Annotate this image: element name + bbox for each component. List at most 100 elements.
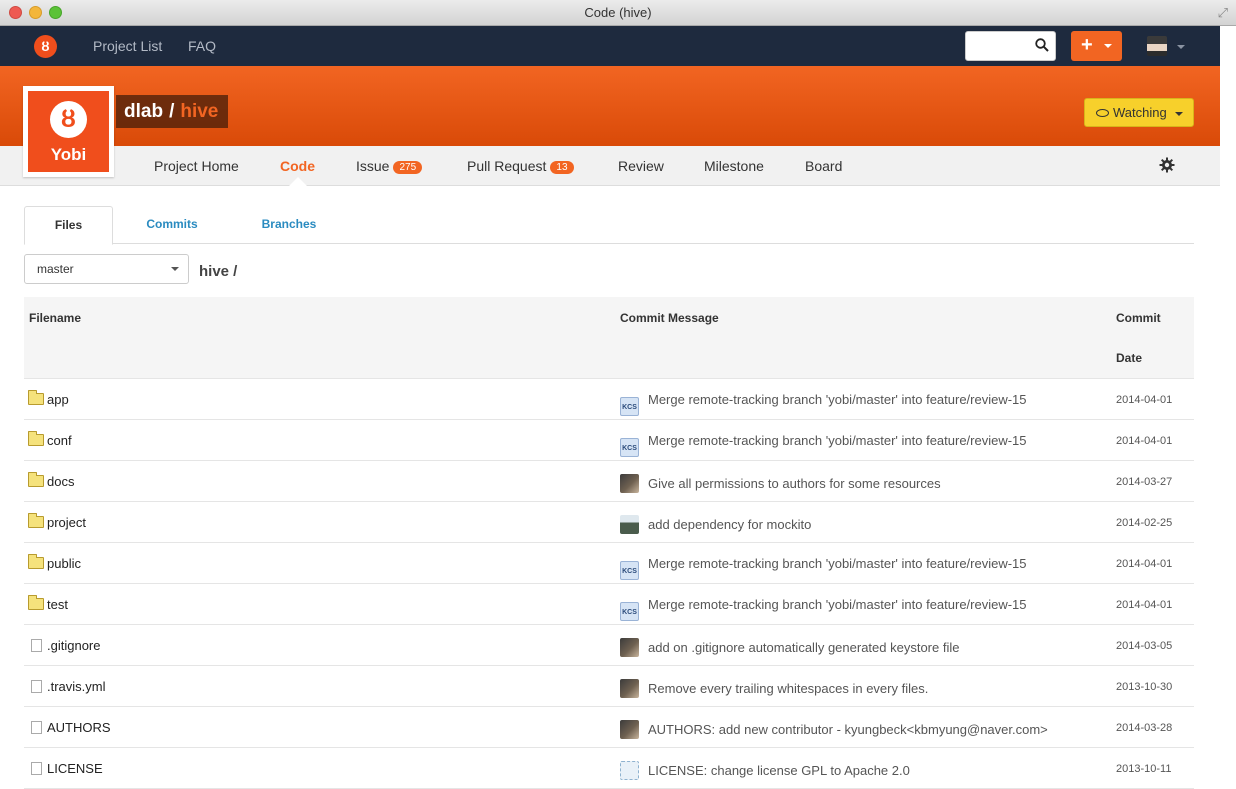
watching-button[interactable]: Watching: [1084, 98, 1194, 127]
folder-link[interactable]: public: [28, 554, 81, 571]
author-avatar[interactable]: KCS: [620, 561, 639, 580]
author-avatar[interactable]: [620, 720, 639, 739]
table-row: docs Give all permissions to authors for …: [24, 461, 1194, 502]
commit-message-link[interactable]: AUTHORS: add new contributor - kyungbeck…: [648, 722, 1048, 737]
issue-count-badge: 275: [393, 161, 423, 174]
commit-message-link[interactable]: Merge remote-tracking branch 'yobi/maste…: [648, 597, 1027, 612]
commit-message-cell: KCS Merge remote-tracking branch 'yobi/ma…: [620, 433, 1027, 457]
table-row: project add dependency for mockito 2014-02…: [24, 502, 1194, 543]
tab-issue[interactable]: Issue 275: [356, 158, 423, 175]
author-avatar[interactable]: [620, 474, 639, 493]
yobi-home-icon[interactable]: ȣ: [34, 35, 57, 58]
tab-code[interactable]: Code: [280, 158, 315, 174]
file-icon: [31, 721, 42, 734]
commit-message-link[interactable]: Merge remote-tracking branch 'yobi/maste…: [648, 392, 1027, 407]
commit-date: 2013-10-11: [1116, 763, 1172, 775]
project-logo[interactable]: ȣ Yobi: [23, 86, 114, 177]
plus-icon: +: [1081, 34, 1093, 56]
commit-date: 2014-03-28: [1116, 722, 1173, 734]
tab-board[interactable]: Board: [805, 158, 842, 174]
nav-faq-link[interactable]: FAQ: [188, 38, 216, 54]
commit-message-cell: AUTHORS: add new contributor - kyungbeck…: [620, 720, 1048, 739]
yobi-logo-icon: ȣ: [50, 101, 87, 138]
file-link[interactable]: LICENSE: [28, 761, 103, 776]
search-icon[interactable]: [1035, 38, 1049, 52]
file-name: .travis.yml: [47, 679, 106, 694]
folder-icon: [28, 390, 44, 405]
commit-message-link[interactable]: Merge remote-tracking branch 'yobi/maste…: [648, 556, 1027, 571]
author-avatar[interactable]: [620, 515, 639, 534]
file-name: LICENSE: [47, 761, 103, 776]
tab-pull-request[interactable]: Pull Request 13: [467, 158, 574, 175]
logo-text: Yobi: [50, 145, 87, 164]
tab-branches[interactable]: Branches: [245, 206, 333, 244]
table-row: public KCS Merge remote-tracking branch 'y…: [24, 543, 1194, 584]
project-separator: /: [169, 101, 175, 122]
table-row: app KCS Merge remote-tracking branch 'yobi…: [24, 379, 1194, 420]
chevron-down-icon: [171, 267, 179, 271]
file-name: project: [47, 515, 87, 530]
file-name: .gitignore: [47, 638, 101, 653]
commit-message-link[interactable]: Remove every trailing whitespaces in eve…: [648, 681, 928, 696]
branch-select[interactable]: master: [24, 254, 189, 284]
folder-link[interactable]: project: [28, 513, 87, 530]
window-titlebar: Code (hive) ⤢: [0, 0, 1236, 26]
project-repo-link[interactable]: hive: [180, 101, 218, 122]
user-menu-chevron-icon[interactable]: [1177, 45, 1185, 49]
commit-date: 2014-03-05: [1116, 640, 1173, 652]
file-link[interactable]: .travis.yml: [28, 679, 106, 694]
author-avatar[interactable]: [620, 679, 639, 698]
folder-icon: [28, 513, 44, 528]
gear-icon[interactable]: [1159, 157, 1175, 173]
active-tab-indicator: [289, 177, 307, 186]
folder-link[interactable]: docs: [28, 472, 74, 489]
folder-icon: [28, 595, 44, 610]
breadcrumb: hive /: [199, 263, 238, 280]
search-input[interactable]: [965, 31, 1056, 61]
commit-message-link[interactable]: Give all permissions to authors for some…: [648, 476, 941, 491]
chevron-down-icon: [1175, 112, 1183, 116]
file-link[interactable]: AUTHORS: [28, 720, 111, 735]
pull-request-count-badge: 13: [550, 161, 574, 174]
file-name: AUTHORS: [47, 720, 111, 735]
commit-message-link[interactable]: add dependency for mockito: [648, 517, 811, 532]
commit-date: 2014-02-25: [1116, 517, 1173, 529]
folder-link[interactable]: app: [28, 390, 69, 407]
author-avatar[interactable]: KCS: [620, 397, 639, 416]
commit-message-cell: Remove every trailing whitespaces in eve…: [620, 679, 928, 698]
author-avatar[interactable]: [620, 638, 639, 657]
author-avatar[interactable]: KCS: [620, 438, 639, 457]
commit-message-link[interactable]: add on .gitignore automatically generate…: [648, 640, 959, 655]
commit-date: 2013-10-30: [1116, 681, 1173, 693]
commit-message-cell: LICENSE: change license GPL to Apache 2.…: [620, 761, 910, 780]
header-commit-date: Commit: [1116, 311, 1161, 325]
window-title: Code (hive): [584, 5, 652, 20]
commit-date: 2014-04-01: [1116, 599, 1173, 611]
file-name: app: [47, 392, 69, 407]
commit-message-cell: KCS Merge remote-tracking branch 'yobi/ma…: [620, 556, 1027, 580]
tab-milestone[interactable]: Milestone: [704, 158, 764, 174]
tab-project-home[interactable]: Project Home: [154, 158, 239, 174]
author-avatar[interactable]: KCS: [620, 602, 639, 621]
top-navbar: ȣ Project List FAQ +: [0, 26, 1220, 66]
tab-commits[interactable]: Commits: [129, 206, 215, 244]
commit-date: 2014-04-01: [1116, 435, 1173, 447]
tab-review[interactable]: Review: [618, 158, 664, 174]
commit-message-cell: add dependency for mockito: [620, 515, 811, 534]
tab-files[interactable]: Files: [24, 206, 113, 245]
commit-message-cell: KCS Merge remote-tracking branch 'yobi/ma…: [620, 597, 1027, 621]
folder-link[interactable]: conf: [28, 431, 72, 448]
eye-icon: [1096, 109, 1109, 117]
nav-project-list-link[interactable]: Project List: [93, 38, 162, 54]
fullscreen-icon[interactable]: ⤢: [1218, 5, 1228, 21]
project-owner-link[interactable]: dlab: [124, 101, 163, 122]
commit-message-link[interactable]: LICENSE: change license GPL to Apache 2.…: [648, 763, 910, 778]
create-new-button[interactable]: +: [1071, 31, 1122, 61]
folder-link[interactable]: test: [28, 595, 68, 612]
header-commit-date-line2: Date: [1116, 351, 1143, 365]
commit-message-link[interactable]: Merge remote-tracking branch 'yobi/maste…: [648, 433, 1027, 448]
file-link[interactable]: .gitignore: [28, 638, 100, 653]
user-avatar[interactable]: [1147, 36, 1167, 56]
table-header: Filename Commit Message Commit Date: [24, 297, 1194, 379]
author-avatar[interactable]: [620, 761, 639, 780]
